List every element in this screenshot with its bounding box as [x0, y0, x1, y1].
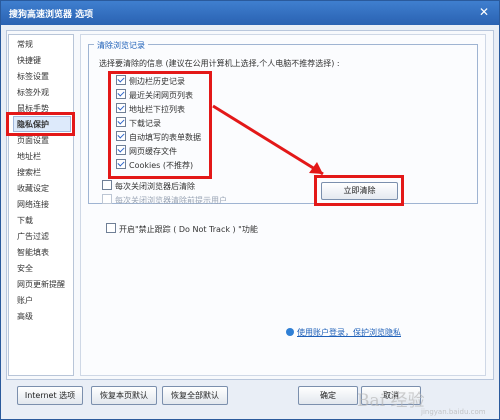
sidebar-item-shortcuts[interactable]: 快捷键	[17, 55, 41, 66]
option-label: 地址栏下拉列表	[129, 105, 185, 114]
sidebar-item-general[interactable]: 常规	[17, 39, 33, 50]
sidebar-item-security[interactable]: 安全	[17, 263, 33, 274]
clear-history-title: 清除浏览记录	[94, 40, 148, 51]
sidebar-item-network[interactable]: 网络连接	[17, 199, 49, 210]
sidebar-item-ad-filter[interactable]: 广告过滤	[17, 231, 49, 242]
window-title: 搜狗高速浏览器 选项	[9, 10, 94, 20]
sidebar-item-smart-form[interactable]: 智能填表	[17, 247, 49, 258]
privacy-login-link-label: 使用账户登录，保护浏览隐私	[297, 328, 401, 337]
history-option-download[interactable]: 下载记录	[116, 117, 161, 129]
history-option-form-data[interactable]: 自动填写的表单数据	[116, 131, 201, 143]
checkbox-icon[interactable]	[116, 103, 126, 113]
privacy-red-highlight	[6, 112, 75, 136]
clear-on-close-option[interactable]: 每次关闭浏览器后清除	[102, 180, 195, 192]
red-arrow-icon	[212, 104, 324, 176]
privacy-login-link[interactable]: 使用账户登录，保护浏览隐私	[286, 327, 401, 338]
settings-sidebar: 常规 快捷键 标签设置 标签外观 鼠标手势 隐私保护 页面设置 地址栏 搜索栏 …	[8, 34, 74, 376]
option-label: 最近关闭网页列表	[129, 91, 193, 100]
prompt-before-clear-option: 每次关闭浏览器清除前提示用户	[102, 194, 227, 206]
checkbox-icon[interactable]	[116, 131, 126, 141]
sidebar-item-search-bar[interactable]: 搜索栏	[17, 167, 41, 178]
restore-page-default-button[interactable]: 恢复本页默认	[91, 386, 157, 405]
title-bar: 搜狗高速浏览器 选项 ✕	[1, 1, 499, 25]
do-not-track-option[interactable]: 开启"禁止跟踪 ( Do Not Track ) "功能	[106, 223, 258, 235]
history-option-cookies[interactable]: Cookies (不推荐)	[116, 159, 193, 171]
clear-now-button[interactable]: 立即清除	[321, 182, 398, 200]
history-option-recent-closed[interactable]: 最近关闭网页列表	[116, 89, 193, 101]
sidebar-item-advanced[interactable]: 高级	[17, 311, 33, 322]
option-label: 网页缓存文件	[129, 147, 177, 156]
sidebar-item-page-update[interactable]: 网页更新提醒	[17, 279, 65, 290]
history-option-sidebar[interactable]: 侧边栏历史记录	[116, 75, 185, 87]
checkbox-icon[interactable]	[102, 180, 112, 190]
sidebar-item-favorites[interactable]: 收藏设定	[17, 183, 49, 194]
clear-history-hint: 选择要清除的信息 (建议在公用计算机上选择,个人电脑不推荐选择) :	[99, 59, 340, 68]
sidebar-item-page-settings[interactable]: 页面设置	[17, 135, 49, 146]
option-label: 自动填写的表单数据	[129, 133, 201, 142]
option-label: 侧边栏历史记录	[129, 77, 185, 86]
option-label: Cookies (不推荐)	[129, 161, 194, 170]
do-not-track-label: 开启"禁止跟踪 ( Do Not Track ) "功能	[119, 225, 258, 234]
sidebar-item-download[interactable]: 下载	[17, 215, 33, 226]
checkbox-icon[interactable]	[116, 159, 126, 169]
history-option-cache[interactable]: 网页缓存文件	[116, 145, 177, 157]
checkbox-icon[interactable]	[116, 117, 126, 127]
close-icon[interactable]: ✕	[475, 5, 493, 20]
ok-button[interactable]: 确定	[298, 386, 358, 405]
sidebar-item-tab-settings[interactable]: 标签设置	[17, 71, 49, 82]
clear-on-close-label: 每次关闭浏览器后清除	[115, 182, 195, 191]
checkbox-icon[interactable]	[116, 89, 126, 99]
sidebar-item-account[interactable]: 账户	[17, 295, 33, 306]
internet-options-button[interactable]: Internet 选项	[17, 386, 83, 405]
option-label: 下载记录	[129, 119, 161, 128]
watermark-logo: Bai 经验	[357, 391, 425, 411]
restore-all-default-button[interactable]: 恢复全部默认	[162, 386, 228, 405]
history-option-address-list[interactable]: 地址栏下拉列表	[116, 103, 185, 115]
info-icon	[286, 328, 294, 336]
checkbox-icon[interactable]	[106, 223, 116, 233]
prompt-before-clear-label: 每次关闭浏览器清除前提示用户	[115, 196, 227, 205]
checkbox-icon[interactable]	[116, 145, 126, 155]
checkbox-icon[interactable]	[116, 75, 126, 85]
disabled-checkbox-icon	[102, 194, 112, 204]
watermark-url: jingyan.baidu.com	[421, 408, 486, 416]
sidebar-item-tab-appearance[interactable]: 标签外观	[17, 87, 49, 98]
sidebar-item-address-bar[interactable]: 地址栏	[17, 151, 41, 162]
